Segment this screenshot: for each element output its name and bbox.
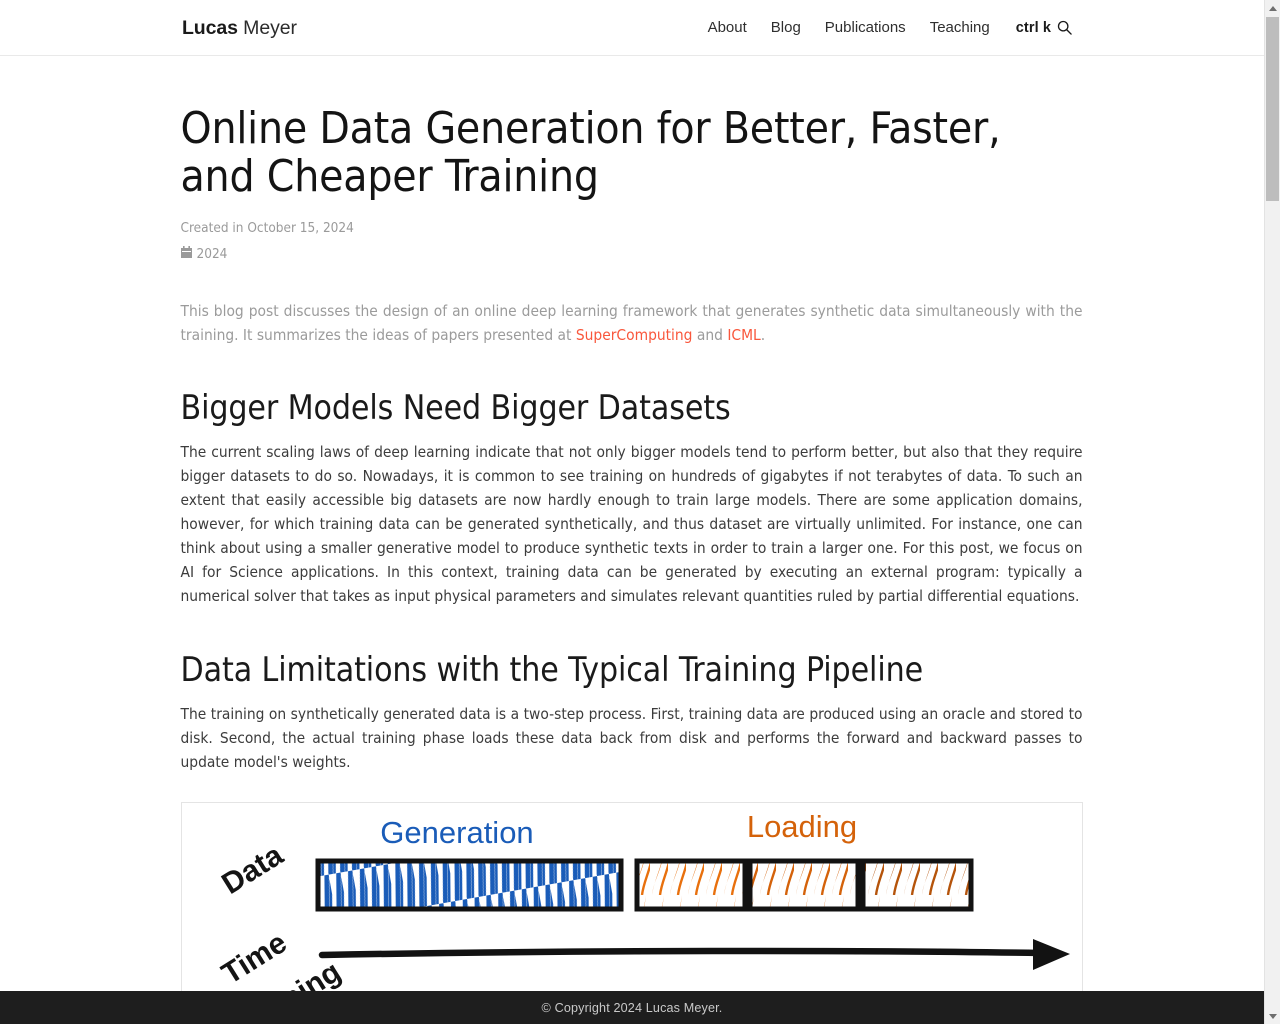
diagram-block-loading-2	[747, 858, 860, 912]
post-tag-year: 2024	[196, 246, 228, 262]
search-shortcut-label: ctrl k	[1015, 19, 1051, 36]
diagram-block-loading-3	[860, 858, 973, 912]
scrollbar-thumb[interactable]	[1266, 17, 1279, 201]
header-inner: Lucas Meyer About Blog Publications Teac…	[0, 0, 1264, 56]
site-header: Lucas Meyer About Blog Publications Teac…	[0, 0, 1264, 56]
diagram-time-arrow	[318, 939, 1070, 970]
search-icon	[1057, 20, 1072, 35]
abstract-text-2: and	[692, 326, 728, 344]
diagram-label-loading: Loading	[746, 809, 856, 844]
abstract-text-3: .	[760, 326, 766, 344]
site-brand-link[interactable]: Lucas Meyer	[182, 16, 297, 40]
primary-navigation: About Blog Publications Teaching ctrl k	[708, 17, 1072, 38]
post-abstract: This blog post discusses the design of a…	[181, 299, 1083, 347]
section-heading-bigger-models: Bigger Models Need Bigger Datasets	[180, 388, 731, 427]
content-container: Online Data Generation for Better, Faste…	[180, 56, 1083, 1024]
nav-item-blog[interactable]: Blog	[759, 17, 813, 38]
search-trigger[interactable]: ctrl k	[1016, 20, 1072, 36]
page-title: Online Data Generation for Better, Faste…	[180, 103, 1001, 202]
abstract-link-supercomputing[interactable]: SuperComputing	[576, 326, 693, 344]
vertical-scrollbar[interactable]	[1264, 0, 1280, 1024]
section-body-bigger-models: The current scaling laws of deep learnin…	[180, 443, 1083, 605]
main-content: Online Data Generation for Better, Faste…	[0, 56, 1264, 1024]
section-body-data-limitations: The training on synthetically generated …	[180, 705, 1083, 771]
page-viewport: Lucas Meyer About Blog Publications Teac…	[0, 0, 1264, 1024]
abstract-link-icml[interactable]: ICML	[727, 326, 760, 344]
diagram-block-loading-1	[634, 858, 747, 912]
nav-item-publications[interactable]: Publications	[813, 17, 918, 38]
diagram-label-generation: Generation	[380, 815, 533, 850]
site-footer: © Copyright 2024 Lucas Meyer.	[0, 991, 1264, 1024]
chevron-up-icon	[1268, 5, 1277, 11]
scrollbar-up-button[interactable]	[1265, 0, 1280, 16]
post-created-date: Created in October 15, 2024	[180, 220, 354, 236]
chevron-down-icon	[1268, 1013, 1277, 1019]
scrollbar-down-button[interactable]	[1265, 1008, 1280, 1024]
brand-last-name: Meyer	[237, 17, 297, 39]
calendar-icon	[180, 245, 192, 263]
brand-first-name: Lucas	[182, 17, 238, 39]
diagram-axis-label-data: Data	[216, 838, 289, 901]
diagram-block-generation	[315, 858, 623, 912]
post-tag-list: 2024	[180, 245, 1083, 263]
nav-item-about[interactable]: About	[708, 17, 759, 38]
section-heading-data-limitations: Data Limitations with the Typical Traini…	[180, 650, 924, 689]
diagram-axis-label-time: Time	[216, 926, 292, 991]
page-root: Lucas Meyer About Blog Publications Teac…	[0, 0, 1280, 1024]
nav-item-teaching[interactable]: Teaching	[918, 17, 1002, 38]
footer-copyright: © Copyright 2024 Lucas Meyer.	[541, 1000, 723, 1015]
